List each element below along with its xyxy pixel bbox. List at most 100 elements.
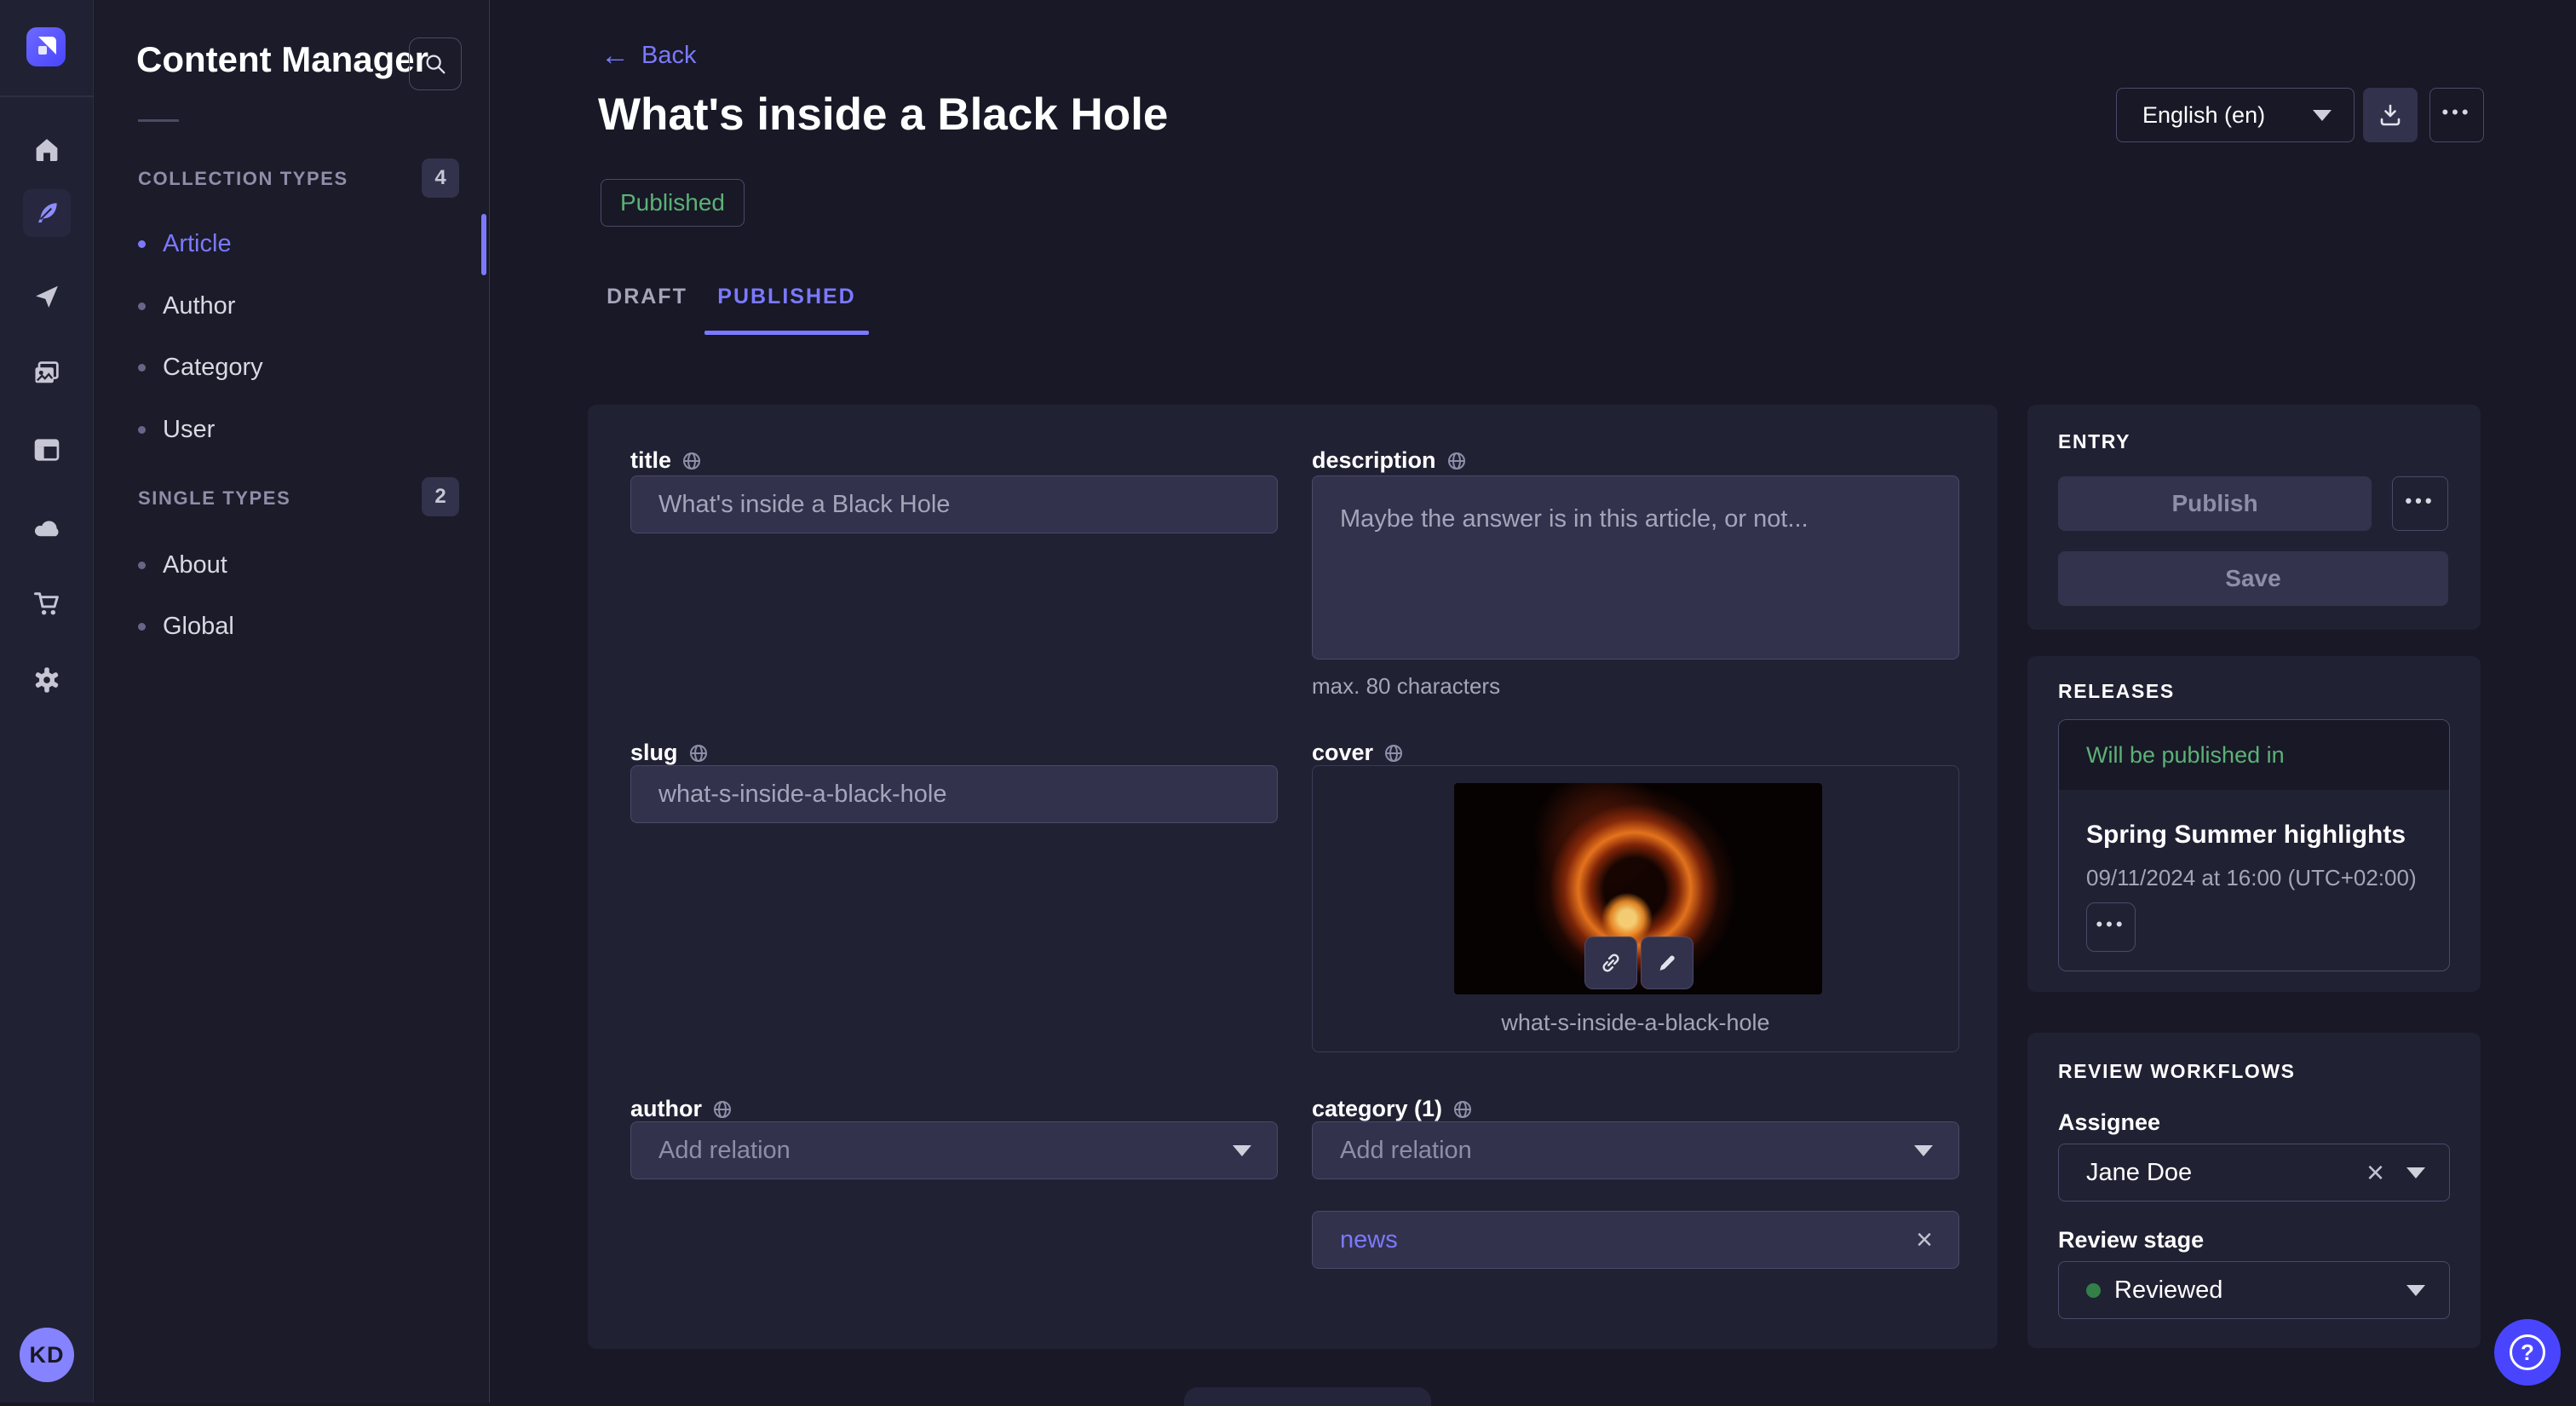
entry-more-button[interactable]: ••• (2392, 476, 2448, 531)
category-relation-select[interactable]: Add relation (1312, 1121, 1959, 1179)
field-label-author: author (630, 1096, 1278, 1122)
page-title: What's inside a Black Hole (598, 89, 1168, 141)
content-type-builder-icon[interactable] (32, 435, 62, 465)
locale-globe-icon (1446, 451, 1467, 471)
title-input[interactable]: What's inside a Black Hole (630, 475, 1278, 533)
author-relation-select[interactable]: Add relation (630, 1121, 1278, 1179)
cloud-icon[interactable] (32, 511, 62, 542)
section-single-types: SINGLE TYPES (138, 487, 290, 510)
locale-globe-icon (712, 1099, 733, 1120)
review-workflows-panel: REVIEW WORKFLOWS Assignee Jane Doe × Rev… (2027, 1033, 2481, 1348)
sidebar-item-article[interactable]: Article (119, 219, 443, 268)
relation-link-news[interactable]: news (1340, 1226, 1398, 1254)
label-text: category (1) (1312, 1096, 1442, 1122)
tab-draft[interactable]: DRAFT (598, 279, 696, 314)
home-icon[interactable] (32, 135, 62, 165)
clear-assignee-icon[interactable]: × (2366, 1157, 2384, 1188)
strapi-logo-icon (33, 34, 59, 60)
search-icon (423, 51, 448, 77)
label-text: author (630, 1096, 702, 1122)
strapi-logo[interactable] (26, 27, 66, 66)
search-button[interactable] (409, 37, 462, 90)
sidebar-item-global[interactable]: Global (119, 602, 443, 651)
bullet-icon (138, 240, 146, 248)
locale-globe-icon (688, 743, 709, 764)
cover-filename: what-s-inside-a-black-hole (1313, 1010, 1958, 1036)
stage-status-dot (2086, 1283, 2101, 1298)
next-section-peek (1184, 1387, 1431, 1406)
release-more-button[interactable]: ••• (2086, 902, 2136, 952)
sidebar-item-about[interactable]: About (119, 540, 443, 590)
release-name: Spring Summer highlights (2086, 821, 2406, 850)
more-icon: ••• (2096, 915, 2125, 934)
bullet-icon (138, 303, 146, 310)
chevron-down-icon (1233, 1145, 1251, 1156)
help-button[interactable]: ? (2494, 1319, 2561, 1386)
edit-media-button[interactable] (1641, 936, 1693, 989)
more-options-button[interactable]: ••• (2429, 88, 2484, 142)
sidebar-item-category[interactable]: Category (119, 343, 443, 392)
chevron-down-icon (2313, 110, 2332, 121)
media-library-icon[interactable] (32, 358, 62, 389)
sidebar-scrollbar-thumb[interactable] (481, 214, 486, 275)
select-placeholder: Add relation (658, 1137, 791, 1165)
collection-types-count-badge: 4 (422, 158, 459, 198)
label-text: cover (1312, 740, 1373, 766)
link-icon (1598, 950, 1624, 976)
assignee-value: Jane Doe (2086, 1159, 2192, 1187)
release-date: 09/11/2024 at 16:00 (UTC+02:00) (2086, 865, 2417, 891)
more-icon: ••• (2405, 492, 2435, 510)
sidebar-item-label: Article (163, 230, 232, 258)
locale-select[interactable]: English (en) (2116, 88, 2355, 142)
field-label-title: title (630, 447, 1278, 474)
review-stage-select[interactable]: Reviewed (2058, 1261, 2450, 1319)
content-manager-nav-tile[interactable] (23, 189, 71, 237)
slug-input[interactable]: what-s-inside-a-black-hole (630, 765, 1278, 823)
stage-value: Reviewed (2114, 1276, 2222, 1305)
description-hint: max. 80 characters (1312, 673, 1959, 700)
save-button[interactable]: Save (2058, 551, 2448, 606)
description-textarea[interactable]: Maybe the answer is in this article, or … (1312, 475, 1959, 660)
bullet-icon (138, 364, 146, 372)
sidebar-item-author[interactable]: Author (119, 281, 443, 331)
user-avatar[interactable]: KD (20, 1328, 74, 1382)
releases-panel-title: RELEASES (2058, 680, 2175, 703)
settings-gear-icon[interactable] (32, 665, 62, 695)
status-badge: Published (601, 179, 745, 227)
back-arrow-icon: ← (601, 41, 630, 70)
tab-published[interactable]: PUBLISHED (704, 279, 869, 314)
select-placeholder: Add relation (1340, 1137, 1472, 1165)
sidebar-divider (138, 119, 179, 122)
sidebar-item-label: Global (163, 613, 234, 641)
sidebar-item-user[interactable]: User (119, 405, 443, 454)
chevron-down-icon (2406, 1285, 2425, 1296)
edit-form-panel: title What's inside a Black Hole descrip… (588, 405, 1998, 1349)
back-link[interactable]: ← Back (601, 41, 696, 70)
marketplace-cart-icon[interactable] (32, 588, 62, 619)
chevron-down-icon (2406, 1167, 2425, 1178)
sidebar-item-label: Category (163, 354, 263, 382)
assignee-select[interactable]: Jane Doe × (2058, 1144, 2450, 1201)
release-card: Will be published in Spring Summer highl… (2058, 719, 2450, 971)
send-icon[interactable] (32, 281, 62, 312)
chevron-down-icon (1914, 1145, 1933, 1156)
sidebar-item-label: User (163, 416, 215, 444)
back-label: Back (641, 42, 696, 70)
bullet-icon (138, 426, 146, 434)
main-nav-strip: KD (0, 0, 94, 1403)
publish-button[interactable]: Publish (2058, 476, 2372, 531)
help-icon: ? (2510, 1334, 2545, 1370)
sidebar-title: Content Manager (136, 39, 428, 80)
release-card-header: Will be published in (2059, 720, 2449, 790)
export-download-button[interactable] (2363, 88, 2418, 142)
locale-globe-icon (1452, 1099, 1473, 1120)
review-panel-title: REVIEW WORKFLOWS (2058, 1060, 2296, 1083)
copy-link-button[interactable] (1584, 936, 1637, 989)
label-text: slug (630, 740, 678, 766)
feather-icon (32, 199, 61, 228)
assignee-label: Assignee (2058, 1109, 2160, 1136)
remove-relation-icon[interactable]: × (1916, 1225, 1933, 1254)
locale-value: English (en) (2142, 102, 2265, 129)
active-tab-underline (704, 331, 869, 335)
sidebar-item-label: Author (163, 292, 235, 320)
